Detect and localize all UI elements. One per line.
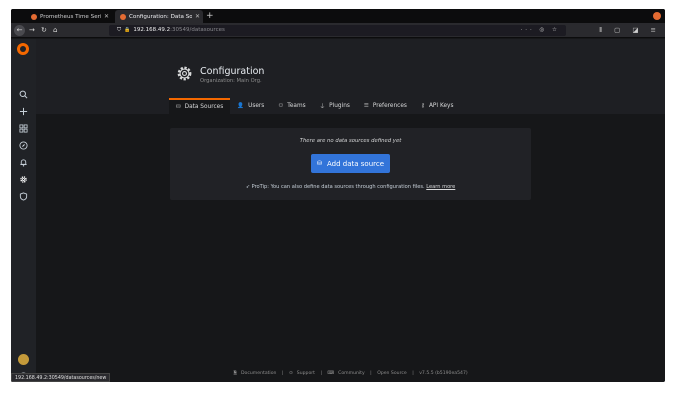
key-icon: ⚷ bbox=[420, 103, 425, 109]
page-footer: 🗎 Documentation | ⊙ Support | ⌨ Community |… bbox=[36, 369, 665, 377]
support-icon: ⊙ bbox=[288, 371, 293, 376]
tab-title: Configuration: Data Source bbox=[129, 13, 192, 20]
new-tab-button[interactable]: + bbox=[206, 10, 214, 22]
shield-icon[interactable]: ⛉ bbox=[117, 27, 121, 33]
page-header: Configuration Organization: Main Org. ⛁ … bbox=[36, 39, 665, 114]
support-link[interactable]: Support bbox=[297, 371, 315, 376]
tab-label: Teams bbox=[287, 103, 306, 109]
configuration-cog-icon bbox=[177, 66, 192, 81]
close-tab-icon[interactable]: ✕ bbox=[104, 13, 109, 20]
rocket-icon: ➶ bbox=[245, 184, 250, 190]
footer-divider: | bbox=[370, 371, 372, 376]
tab-label: Plugins bbox=[329, 103, 350, 109]
comments-icon: ⌨ bbox=[327, 371, 335, 376]
plug-icon: ⏚ bbox=[319, 104, 326, 110]
user-icon: 👤 bbox=[237, 103, 245, 109]
url-path: :30549/datasources bbox=[170, 27, 225, 33]
tab-label: Data Sources bbox=[184, 104, 224, 110]
plus-icon[interactable] bbox=[17, 105, 30, 118]
browser-tab-prometheus[interactable]: Prometheus Time Series C ✕ bbox=[26, 10, 112, 23]
browser-toolbar-icons[interactable]: ⫴ ▢ ◪ ≡ bbox=[599, 25, 661, 35]
empty-state-message: There are no data sources defined yet bbox=[299, 138, 402, 144]
tab-label: Preferences bbox=[372, 103, 407, 109]
database-icon: ⛁ bbox=[176, 104, 181, 110]
alerting-bell-icon[interactable] bbox=[17, 156, 30, 169]
forward-button[interactable]: → bbox=[29, 25, 35, 35]
page-subtitle: Organization: Main Org. bbox=[200, 78, 262, 84]
document-icon: 🗎 bbox=[233, 371, 238, 376]
tab-bar: Prometheus Time Series C ✕ Configuration… bbox=[11, 9, 665, 23]
tab-users[interactable]: 👤 Users bbox=[230, 98, 271, 114]
empty-list-panel: There are no data sources defined yet ⛁ … bbox=[170, 128, 531, 200]
main-content: Configuration Organization: Main Org. ⛁ … bbox=[36, 39, 665, 382]
footer-divider: | bbox=[412, 371, 414, 376]
add-data-source-button[interactable]: ⛁ Add data source bbox=[311, 154, 390, 173]
tab-preferences[interactable]: ☰ Preferences bbox=[357, 98, 414, 114]
footer-divider: | bbox=[281, 371, 284, 376]
close-tab-icon[interactable]: ✕ bbox=[195, 13, 200, 20]
database-icon: ⛁ bbox=[316, 160, 322, 167]
server-admin-shield-icon[interactable] bbox=[17, 190, 30, 203]
version-text: v7.5.5 (b5190ea547) bbox=[419, 371, 468, 376]
tab-data-sources[interactable]: ⛁ Data Sources bbox=[169, 98, 231, 114]
tab-label: Users bbox=[248, 103, 265, 109]
status-url-bar: 192.168.49.2:30549/datasources/new bbox=[11, 373, 111, 382]
page-title: Configuration bbox=[200, 66, 265, 77]
explore-compass-icon[interactable] bbox=[17, 139, 30, 152]
home-button[interactable]: ⌂ bbox=[53, 25, 57, 35]
url-bar[interactable]: ⛉ 🔒 192.168.49.2:30549/datasources ··· ◎ ☆ bbox=[109, 25, 566, 36]
open-source-link[interactable]: Open Source bbox=[377, 371, 407, 376]
back-button[interactable]: ← bbox=[14, 25, 25, 36]
sliders-icon: ☰ bbox=[363, 103, 369, 109]
window-control-icon[interactable] bbox=[653, 12, 661, 20]
tab-label: API Keys bbox=[428, 103, 454, 109]
protip-text: ProTip: You can also define data sources… bbox=[251, 184, 425, 190]
configuration-gear-icon[interactable] bbox=[17, 173, 30, 186]
insecure-lock-icon[interactable]: 🔒 bbox=[124, 27, 130, 33]
protip: ➶ ProTip: You can also define data sourc… bbox=[170, 184, 531, 190]
search-icon[interactable] bbox=[17, 88, 30, 101]
navigation-bar: ← → ↻ ⌂ ⛉ 🔒 192.168.49.2:30549/datasources… bbox=[11, 23, 665, 38]
grafana-favicon-icon bbox=[120, 13, 126, 20]
tab-api-keys[interactable]: ⚷ API Keys bbox=[414, 98, 461, 114]
footer-divider: | bbox=[320, 371, 322, 376]
add-data-source-label: Add data source bbox=[327, 159, 385, 168]
tab-teams[interactable]: ⚇ Teams bbox=[271, 98, 312, 114]
prometheus-favicon-icon bbox=[31, 13, 37, 20]
dashboards-icon[interactable] bbox=[17, 122, 30, 135]
community-link[interactable]: Community bbox=[338, 371, 365, 376]
users-icon: ⚇ bbox=[278, 103, 284, 109]
sidemenu bbox=[11, 39, 36, 382]
browser-window: Prometheus Time Series C ✕ Configuration… bbox=[11, 9, 665, 382]
tab-title: Prometheus Time Series C bbox=[40, 13, 101, 20]
url-host: 192.168.49.2 bbox=[133, 27, 171, 33]
grafana-logo-icon[interactable] bbox=[17, 43, 29, 55]
url-actions[interactable]: ··· ◎ ☆ bbox=[521, 25, 560, 36]
page-tabs: ⛁ Data Sources 👤 Users ⚇ Teams ⏚ Plugins… bbox=[169, 98, 461, 114]
reload-button[interactable]: ↻ bbox=[41, 25, 47, 35]
user-avatar[interactable] bbox=[18, 354, 29, 365]
documentation-link[interactable]: Documentation bbox=[241, 371, 276, 376]
browser-tab-configuration[interactable]: Configuration: Data Source ✕ bbox=[115, 10, 203, 23]
learn-more-link[interactable]: Learn more bbox=[426, 184, 455, 190]
tab-plugins[interactable]: ⏚ Plugins bbox=[313, 98, 357, 114]
